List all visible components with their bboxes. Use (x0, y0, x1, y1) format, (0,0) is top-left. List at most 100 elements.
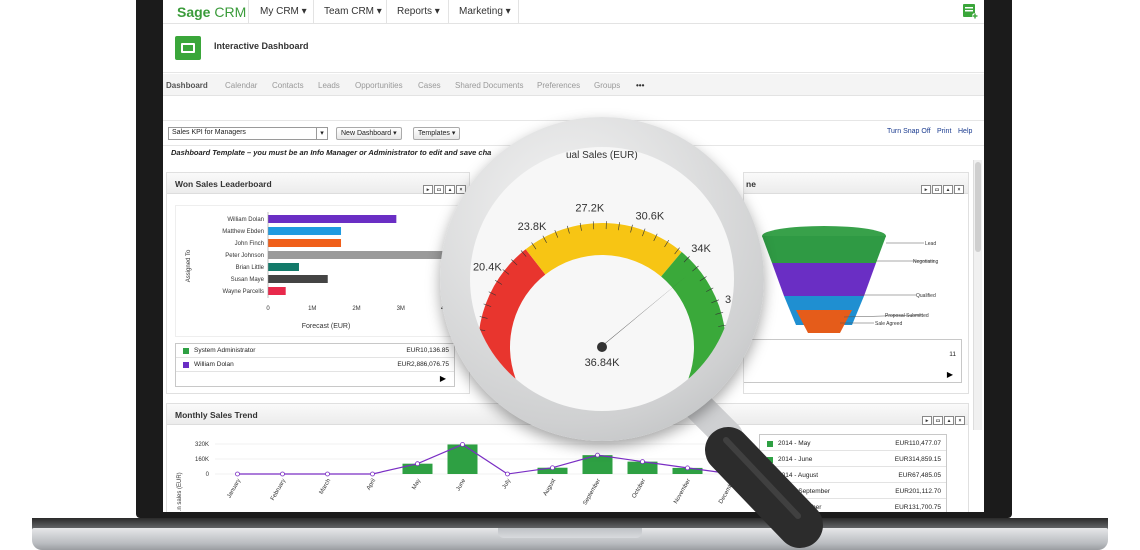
funnel-stage-label: Negotiating (913, 259, 939, 265)
y-axis-label: Assigned To (186, 249, 192, 282)
funnel-stage-label: Sale Agreed (875, 321, 902, 327)
gauge-hub (597, 342, 607, 352)
category-label: John Finch (235, 241, 264, 247)
top-nav: Sage CRM My CRM ▾ Team CRM ▾ Reports ▾ M… (163, 0, 984, 24)
play-icon[interactable]: ▸ (921, 185, 931, 194)
scrollbar-thumb[interactable] (975, 162, 981, 252)
collapse-icon[interactable]: ▴ (943, 185, 953, 194)
x-tick-label: 3M (397, 306, 405, 312)
app-screenshot: Sage CRM My CRM ▾ Team CRM ▾ Reports ▾ M… (0, 0, 1140, 550)
nav-team-crm[interactable]: Team CRM ▾ (324, 6, 382, 17)
funnel-titlebar: ne ▸ ▭ ▴ × (744, 173, 968, 194)
sage-crm-logo: Sage CRM (177, 4, 247, 20)
next-page-icon[interactable]: ▶ (440, 374, 446, 383)
tab-cases[interactable]: Cases (418, 81, 441, 90)
leaderboard-titlebar: Won Sales Leaderboard ▸ ▭ ▴ × (167, 173, 469, 194)
trend-title: Monthly Sales Trend (175, 410, 258, 420)
trend-point (235, 471, 240, 477)
x-tick-label: January (226, 478, 242, 499)
y-tick-label: 160K (195, 457, 209, 463)
x-tick-label: June (456, 477, 468, 492)
refresh-icon[interactable]: ▭ (932, 185, 942, 194)
play-icon[interactable]: ▸ (423, 185, 433, 194)
gauge-yellow-band (525, 223, 682, 277)
refresh-icon[interactable]: ▭ (434, 185, 444, 194)
gauge-needle (598, 276, 687, 349)
template-notice: Dashboard Template – you must be an Info… (171, 148, 492, 157)
funnel-legend: 11 ▶ (744, 339, 962, 383)
tab-shared-documents[interactable]: Shared Documents (455, 81, 523, 90)
help-link[interactable]: Help (958, 128, 972, 135)
page-scrollbar[interactable] (973, 160, 982, 430)
turn-snap-off-link[interactable]: Turn Snap Off (887, 128, 931, 135)
funnel-stage-label: Qualified (916, 293, 936, 299)
x-tick-label: February (270, 478, 287, 502)
leaderboard-panel: Won Sales Leaderboard ▸ ▭ ▴ × Assigned To Wi… (166, 172, 476, 394)
tab-opportunities[interactable]: Opportunities (355, 81, 403, 90)
tab-more[interactable]: ••• (636, 81, 644, 90)
collapse-icon[interactable]: ▴ (944, 416, 954, 425)
dashboard-select[interactable]: Sales KPI for Managers ▾ (168, 127, 328, 140)
y-axis-label: …n sales (EUR) (177, 472, 183, 512)
tab-preferences[interactable]: Preferences (537, 81, 580, 90)
next-page-icon[interactable]: ▶ (947, 370, 953, 379)
category-label: Matthew Ebden (222, 229, 264, 235)
tab-leads[interactable]: Leads (318, 81, 340, 90)
category-label: Wayne Parcells (223, 289, 264, 295)
gauge-tick-label: 23.8K (518, 221, 547, 233)
funnel-stage-label: Proposal Submitted (885, 313, 929, 319)
trend-point (550, 465, 555, 471)
bar (268, 215, 397, 223)
close-icon[interactable]: × (955, 416, 965, 425)
gauge-chart: …K20.4K23.8K27.2K30.6K34K3… (470, 203, 734, 391)
page-header: Interactive Dashboard (163, 25, 984, 73)
gauge-tick-label: 27.2K (575, 203, 604, 215)
play-icon[interactable]: ▸ (922, 416, 932, 425)
refresh-icon[interactable]: ▭ (933, 416, 943, 425)
tab-groups[interactable]: Groups (594, 81, 620, 90)
nav-my-crm[interactable]: My CRM ▾ (260, 6, 307, 17)
bar (268, 287, 286, 295)
gauge-tick-label: 30.6K (636, 210, 665, 222)
print-link[interactable]: Print (937, 128, 951, 135)
legend-pager: ▶ (176, 373, 454, 387)
gauge-tick-label: 20.4K (473, 262, 502, 274)
bar (268, 263, 299, 271)
nav-reports[interactable]: Reports ▾ (397, 6, 440, 17)
tab-calendar[interactable]: Calendar (225, 81, 257, 90)
dashboard-icon (175, 36, 201, 60)
laptop-notch (498, 528, 642, 538)
gauge-tick-label: 34K (691, 243, 711, 255)
x-tick-label: 1M (308, 306, 316, 312)
bar (268, 275, 328, 283)
x-tick-label: May (411, 478, 422, 491)
tab-dashboard[interactable]: Dashboard (166, 81, 208, 90)
legend-swatch (183, 362, 189, 368)
tab-bar: Dashboard Calendar Contacts Leads Opport… (163, 74, 984, 96)
new-dashboard-button[interactable]: New Dashboard ▾ (336, 127, 402, 140)
leaderboard-chart-area: Assigned To William Dolan Matthew Ebden Joh… (175, 205, 476, 337)
x-tick-label: 0 (266, 306, 270, 312)
legend-swatch (183, 348, 189, 354)
trend-point (280, 471, 285, 477)
bar (268, 227, 342, 235)
panel-controls: ▸ ▭ ▴ × (422, 178, 466, 194)
legend-row[interactable]: System Administrator EUR10,136.85 (176, 344, 454, 358)
trend-point (415, 461, 420, 467)
x-tick-label: March (319, 478, 333, 495)
trend-point (460, 442, 465, 447)
add-record-icon[interactable] (962, 3, 978, 19)
tab-contacts[interactable]: Contacts (272, 81, 304, 90)
x-tick-label: 2M (352, 306, 360, 312)
funnel-stage-label: Lead (925, 241, 936, 247)
templates-button[interactable]: Templates ▾ (413, 127, 461, 140)
category-label: Peter Johnson (225, 253, 264, 259)
legend-row[interactable]: William Dolan EUR2,886,076.75 (176, 358, 454, 372)
category-label: Susan Maye (231, 277, 265, 283)
close-icon[interactable]: × (954, 185, 964, 194)
nav-marketing[interactable]: Marketing ▾ (459, 6, 511, 17)
bar (268, 239, 342, 247)
trend-point (325, 471, 330, 477)
y-tick-label: 320K (195, 442, 209, 448)
collapse-icon[interactable]: ▴ (445, 185, 455, 194)
